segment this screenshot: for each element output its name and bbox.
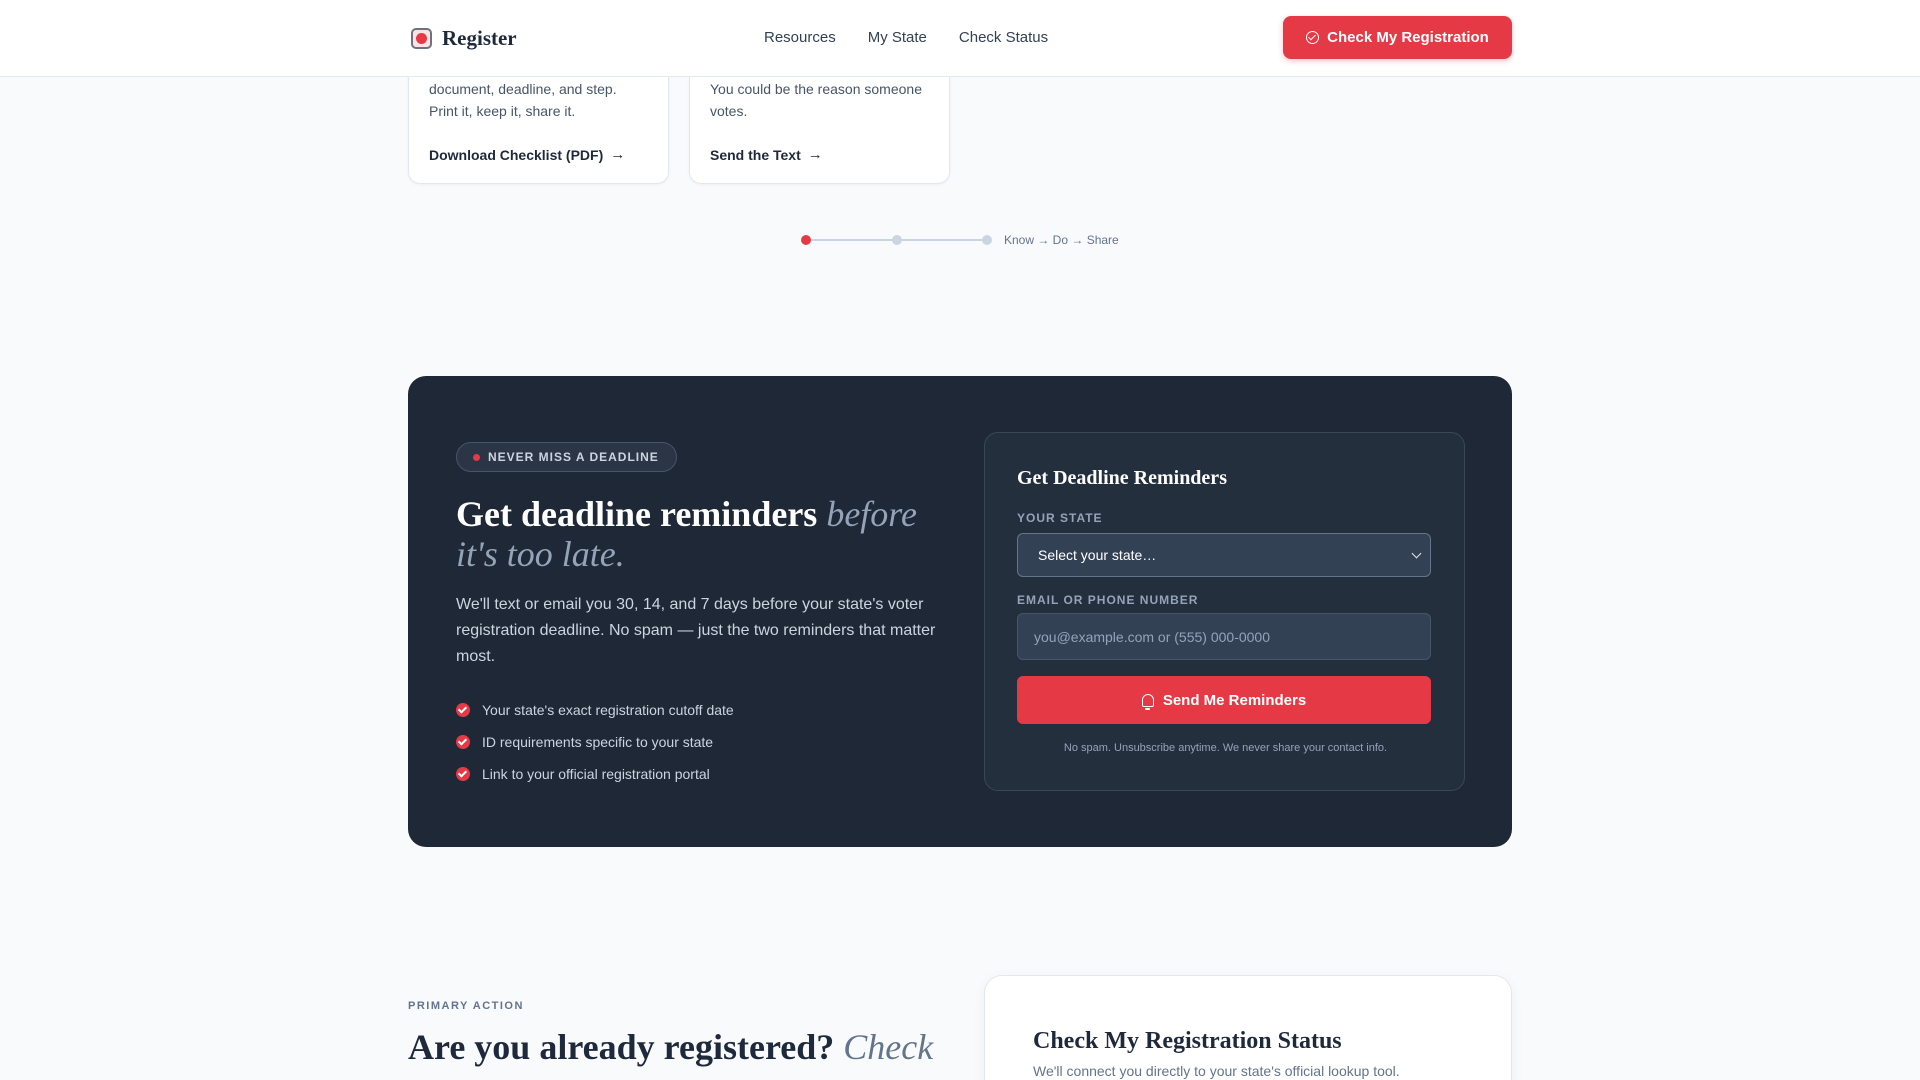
- nav-item-my-state[interactable]: My State: [868, 29, 927, 46]
- state-select-value: Select your state…: [1038, 547, 1157, 563]
- check-icon: [456, 767, 470, 781]
- stepper-line: [896, 239, 987, 241]
- check-icon: [456, 703, 470, 717]
- list-item-text: Your state's exact registration cutoff d…: [482, 702, 734, 718]
- send-reminders-label: Send Me Reminders: [1162, 691, 1307, 709]
- reminders-description: We'll text or email you 30, 14, and 7 da…: [456, 596, 936, 665]
- never-miss-badge: NEVER MISS A DEADLINE: [456, 442, 677, 472]
- share-text-card: You could be the reason someone votes. S…: [689, 60, 950, 184]
- card-description: You could be the reason someone votes.: [710, 81, 922, 119]
- heading-main: Are you already registered?: [408, 1027, 835, 1067]
- nav-item-check-status[interactable]: Check Status: [959, 29, 1048, 46]
- circle-check-icon: [1306, 31, 1320, 44]
- primary-heading: Are you already registered? Check right …: [408, 1024, 968, 1080]
- list-item: ID requirements specific to your state: [456, 726, 734, 758]
- benefits-list: Your state's exact registration cutoff d…: [456, 694, 734, 790]
- checklist-card: document, deadline, and step. Print it, …: [408, 60, 669, 184]
- heading-main: Get deadline reminders: [456, 494, 818, 534]
- chevron-down-icon: [1411, 548, 1422, 559]
- reminders-form: Get Deadline Reminders YOUR STATE Select…: [984, 432, 1465, 791]
- list-item: Your state's exact registration cutoff d…: [456, 694, 734, 726]
- logo-icon: [411, 28, 432, 49]
- status-card-subtitle: We'll connect you directly to your state…: [1033, 1063, 1400, 1079]
- stepper-label: Know → Do → Share: [1004, 233, 1119, 247]
- check-status-card: Check My Registration Status We'll conne…: [984, 975, 1512, 1080]
- section-eyebrow: PRIMARY ACTION: [408, 1000, 524, 1012]
- stepper-dot-share[interactable]: [982, 235, 992, 245]
- check-my-registration-label: Check My Registration: [1327, 29, 1489, 46]
- reminders-heading: Get deadline reminders before it's too l…: [456, 494, 936, 574]
- dot-icon: [473, 453, 480, 461]
- main-nav: Resources My State Check Status: [764, 29, 1048, 46]
- card-description: document, deadline, and step. Print it, …: [429, 81, 617, 119]
- nav-item-resources[interactable]: Resources: [764, 29, 836, 46]
- check-my-registration-button[interactable]: Check My Registration: [1283, 16, 1512, 59]
- progress-stepper: Know → Do → Share: [801, 233, 1121, 247]
- download-checklist-link[interactable]: Download Checklist (PDF) →: [429, 146, 625, 163]
- brand-name: Register: [442, 26, 517, 50]
- state-select[interactable]: Select your state…: [1017, 533, 1431, 577]
- contact-input[interactable]: [1017, 613, 1431, 660]
- contact-label: EMAIL OR PHONE NUMBER: [1017, 593, 1199, 607]
- arrow-right-icon: →: [610, 146, 626, 163]
- arrow-right-icon: →: [807, 146, 823, 163]
- badge-label: NEVER MISS A DEADLINE: [488, 450, 659, 464]
- status-card-title: Check My Registration Status: [1033, 1028, 1342, 1054]
- brand[interactable]: Register: [411, 26, 517, 51]
- link-label: Download Checklist (PDF): [429, 146, 604, 163]
- link-label: Send the Text: [710, 146, 801, 163]
- bell-icon: [1141, 693, 1154, 710]
- stepper-line: [806, 239, 896, 241]
- list-item: Link to your official registration porta…: [456, 758, 734, 790]
- state-label: YOUR STATE: [1017, 511, 1103, 525]
- send-the-text-link[interactable]: Send the Text →: [710, 146, 823, 163]
- stepper-dot-know[interactable]: [801, 235, 811, 245]
- send-reminders-button[interactable]: Send Me Reminders: [1017, 676, 1431, 724]
- form-title: Get Deadline Reminders: [1017, 467, 1227, 489]
- list-item-text: Link to your official registration porta…: [482, 766, 710, 782]
- reminders-panel: NEVER MISS A DEADLINE Get deadline remin…: [408, 376, 1512, 847]
- stepper-dot-do[interactable]: [892, 235, 902, 245]
- list-item-text: ID requirements specific to your state: [482, 734, 714, 750]
- privacy-note: No spam. Unsubscribe anytime. We never s…: [1063, 742, 1388, 754]
- check-icon: [456, 735, 470, 749]
- top-navigation-bar: Register Resources My State Check Status…: [0, 0, 1920, 77]
